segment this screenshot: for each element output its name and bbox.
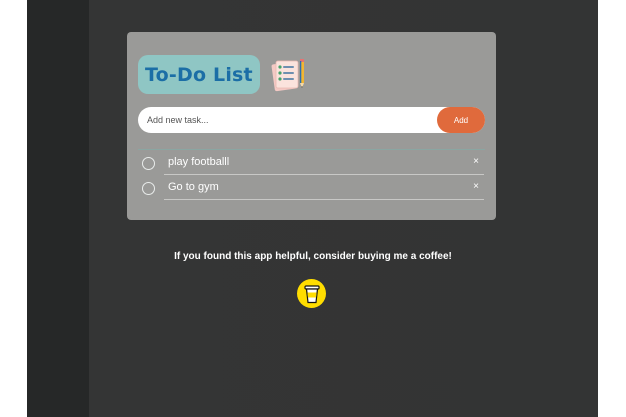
buy-coffee-button[interactable] (297, 279, 326, 308)
screen: To-Do List Add new task... Add play foot… (0, 0, 626, 417)
list-divider (138, 149, 485, 150)
task-item[interactable]: Go to gym × (138, 177, 485, 202)
task-underline (164, 199, 484, 200)
new-task-input[interactable] (138, 107, 437, 133)
task-checkbox[interactable] (142, 157, 155, 170)
left-margin (0, 0, 27, 417)
new-task-bar: Add (138, 107, 485, 133)
app-header: To-Do List (138, 55, 308, 94)
todo-card: To-Do List Add new task... Add play foot… (127, 32, 496, 220)
coffee-cup-icon (303, 284, 320, 303)
task-list: play footballl × Go to gym × (138, 152, 485, 202)
support-message: If you found this app helpful, consider … (174, 251, 452, 262)
task-label[interactable]: Go to gym (168, 181, 219, 193)
delete-task-icon[interactable]: × (473, 156, 479, 167)
page-title: To-Do List (145, 63, 253, 86)
add-task-button[interactable]: Add (437, 107, 485, 133)
title-badge: To-Do List (138, 55, 260, 94)
task-item[interactable]: play footballl × (138, 152, 485, 177)
notepad-pencil-icon (271, 58, 304, 91)
delete-task-icon[interactable]: × (473, 181, 479, 192)
task-underline (164, 174, 484, 175)
right-margin (598, 0, 626, 417)
task-label[interactable]: play footballl (168, 156, 229, 168)
task-checkbox[interactable] (142, 182, 155, 195)
